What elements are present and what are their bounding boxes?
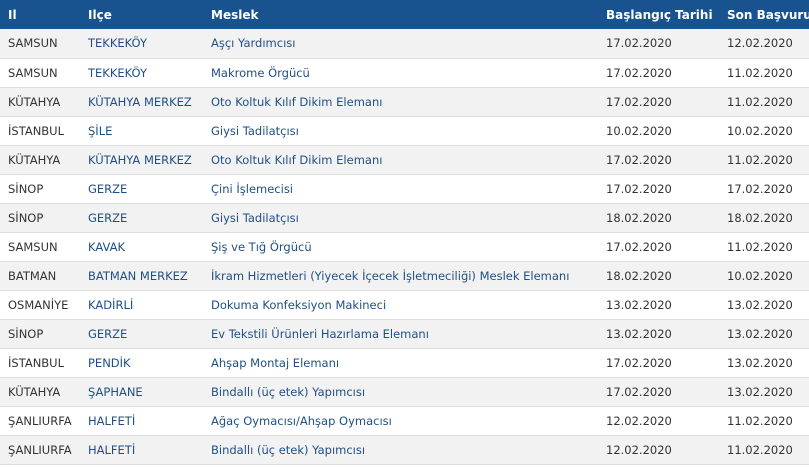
cell-il: OSMANİYE [8, 297, 69, 312]
cell-meslek: Giysi Tadilatçısı [211, 123, 299, 138]
cell-ilce: GERZE [88, 181, 128, 196]
cell-son-basvuru-tarihi: 10.02.2020 [727, 123, 793, 138]
cell-il: İSTANBUL [8, 123, 65, 138]
cell-meslek: Aşçı Yardımcısı [211, 36, 296, 51]
cell-il: SAMSUN [8, 36, 58, 51]
cell-il: KÜTAHYA [8, 152, 61, 167]
cell-baslangic-tarihi: 17.02.2020 [606, 181, 672, 196]
cell-baslangic-tarihi: 17.02.2020 [606, 36, 672, 51]
table-row[interactable]: KÜTAHYA KÜTAHYA MERKEZ Oto Koltuk Kılıf Di… [0, 87, 809, 116]
cell-ilce: KAVAK [88, 239, 126, 254]
cell-meslek: Ahşap Montaj Elemanı [211, 355, 340, 370]
cell-baslangic-tarihi: 17.02.2020 [606, 239, 672, 254]
table-row[interactable]: ŞANLIURFA HALFETİ Ağaç Oymacısı/Ahşap Oyma… [0, 406, 809, 435]
cell-baslangic-tarihi: 17.02.2020 [606, 65, 672, 80]
cell-son-basvuru-tarihi: 11.02.2020 [727, 413, 793, 428]
cell-meslek: Çini İşlemecisi [211, 181, 293, 196]
table-row[interactable]: İSTANBUL PENDİK Ahşap Montaj Elemanı 17.02.… [0, 348, 809, 377]
cell-baslangic-tarihi: 17.02.2020 [606, 355, 672, 370]
cell-ilce: BATMAN MERKEZ [88, 268, 188, 283]
cell-ilce: ŞİLE [88, 123, 113, 138]
cell-il: SİNOP [8, 326, 44, 341]
table-row[interactable]: BATMAN BATMAN MERKEZ İkram Hizmetleri (Yiy… [0, 261, 809, 290]
table-row[interactable]: İSTANBUL ŞİLE Giysi Tadilatçısı 10.02.2020 1… [0, 116, 809, 145]
cell-son-basvuru-tarihi: 13.02.2020 [727, 326, 793, 341]
course-list-table: Il Ilçe Meslek Başlangıç Tarihi Son Başv… [0, 0, 809, 465]
cell-il: SİNOP [8, 181, 44, 196]
table-row[interactable]: KÜTAHYA ŞAPHANE Bindallı (üç etek) Yapımcı… [0, 377, 809, 406]
cell-baslangic-tarihi: 18.02.2020 [606, 268, 672, 283]
cell-baslangic-tarihi: 13.02.2020 [606, 297, 672, 312]
cell-son-basvuru-tarihi: 12.02.2020 [727, 36, 793, 51]
cell-meslek: Oto Koltuk Kılıf Dikim Elemanı [211, 94, 383, 109]
cell-son-basvuru-tarihi: 17.02.2020 [727, 181, 793, 196]
cell-son-basvuru-tarihi: 11.02.2020 [727, 65, 793, 80]
cell-il: SAMSUN [8, 65, 58, 80]
cell-baslangic-tarihi: 10.02.2020 [606, 123, 672, 138]
cell-il: ŞANLIURFA [8, 442, 72, 457]
cell-meslek: Bindallı (üç etek) Yapımcısı [211, 442, 366, 457]
course-list-table-container: Il Ilçe Meslek Başlangıç Tarihi Son Başv… [0, 0, 809, 467]
cell-ilce: ŞAPHANE [88, 384, 143, 399]
cell-il: KÜTAHYA [8, 384, 61, 399]
cell-baslangic-tarihi: 17.02.2020 [606, 384, 672, 399]
cell-baslangic-tarihi: 17.02.2020 [606, 94, 672, 109]
cell-meslek: Dokuma Konfeksiyon Makineci [211, 297, 387, 312]
table-row[interactable]: SAMSUN KAVAK Şiş ve Tığ Örgücü 17.02.2020 11… [0, 232, 809, 261]
cell-baslangic-tarihi: 17.02.2020 [606, 152, 672, 167]
cell-il: KÜTAHYA [8, 94, 61, 109]
cell-meslek: Makrome Örgücü [211, 65, 310, 80]
table-header-row: Il Ilçe Meslek Başlangıç Tarihi Son Başv… [0, 0, 809, 29]
cell-baslangic-tarihi: 18.02.2020 [606, 210, 672, 225]
column-header-ilce[interactable]: Ilçe [80, 0, 203, 29]
cell-baslangic-tarihi: 12.02.2020 [606, 442, 672, 457]
cell-baslangic-tarihi: 12.02.2020 [606, 413, 672, 428]
table-row[interactable]: SİNOP GERZE Giysi Tadilatçısı 18.02.2020 18.… [0, 203, 809, 232]
cell-ilce: GERZE [88, 326, 128, 341]
cell-ilce: HALFETİ [88, 413, 136, 428]
cell-meslek: Ev Tekstili Ürünleri Hazırlama Elemanı [211, 326, 429, 341]
table-row[interactable]: SAMSUN TEKKEKÖY Makrome Örgücü 17.02.2020 11… [0, 58, 809, 87]
cell-meslek: Bindallı (üç etek) Yapımcısı [211, 384, 366, 399]
table-row[interactable]: OSMANİYE KADİRLİ Dokuma Konfeksiyon Makine… [0, 290, 809, 319]
cell-son-basvuru-tarihi: 13.02.2020 [727, 384, 793, 399]
cell-son-basvuru-tarihi: 13.02.2020 [727, 355, 793, 370]
cell-son-basvuru-tarihi: 11.02.2020 [727, 239, 793, 254]
cell-son-basvuru-tarihi: 13.02.2020 [727, 297, 793, 312]
cell-baslangic-tarihi: 13.02.2020 [606, 326, 672, 341]
cell-son-basvuru-tarihi: 10.02.2020 [727, 268, 793, 283]
cell-meslek: Oto Koltuk Kılıf Dikim Elemanı [211, 152, 383, 167]
cell-ilce: KADİRLİ [88, 297, 134, 312]
cell-il: ŞANLIURFA [8, 413, 72, 428]
cell-ilce: KÜTAHYA MERKEZ [88, 94, 192, 109]
cell-son-basvuru-tarihi: 11.02.2020 [727, 152, 793, 167]
cell-meslek: Giysi Tadilatçısı [211, 210, 299, 225]
cell-son-basvuru-tarihi: 18.02.2020 [727, 210, 793, 225]
column-header-baslangic-tarihi[interactable]: Başlangıç Tarihi [598, 0, 719, 29]
column-header-il[interactable]: Il [0, 0, 80, 29]
table-row[interactable]: ŞANLIURFA HALFETİ Bindallı (üç etek) Yapım… [0, 435, 809, 464]
cell-il: BATMAN [8, 268, 57, 283]
cell-ilce: TEKKEKÖY [88, 36, 147, 51]
cell-il: SİNOP [8, 210, 44, 225]
cell-meslek: İkram Hizmetleri (Yiyecek İçecek İşletme… [211, 268, 570, 283]
cell-ilce: TEKKEKÖY [88, 65, 147, 80]
cell-il: SAMSUN [8, 239, 58, 254]
table-row[interactable]: SİNOP GERZE Çini İşlemecisi 17.02.2020 17.02… [0, 174, 809, 203]
cell-son-basvuru-tarihi: 11.02.2020 [727, 442, 793, 457]
cell-son-basvuru-tarihi: 11.02.2020 [727, 94, 793, 109]
table-row[interactable]: SİNOP GERZE Ev Tekstili Ürünleri Hazırlama… [0, 319, 809, 348]
cell-ilce: GERZE [88, 210, 128, 225]
table-row[interactable]: KÜTAHYA KÜTAHYA MERKEZ Oto Koltuk Kılıf Di… [0, 145, 809, 174]
column-header-son-basvuru-tarihi[interactable]: Son Başvuru T [719, 0, 809, 29]
cell-ilce: HALFETİ [88, 442, 136, 457]
cell-ilce: KÜTAHYA MERKEZ [88, 152, 192, 167]
column-header-meslek[interactable]: Meslek [203, 0, 598, 29]
cell-meslek: Şiş ve Tığ Örgücü [211, 239, 312, 254]
table-row[interactable]: SAMSUN TEKKEKÖY Aşçı Yardımcısı 17.02.2020 1… [0, 29, 809, 58]
cell-ilce: PENDİK [88, 355, 131, 370]
cell-il: İSTANBUL [8, 355, 65, 370]
cell-meslek: Ağaç Oymacısı/Ahşap Oymacısı [211, 413, 392, 428]
